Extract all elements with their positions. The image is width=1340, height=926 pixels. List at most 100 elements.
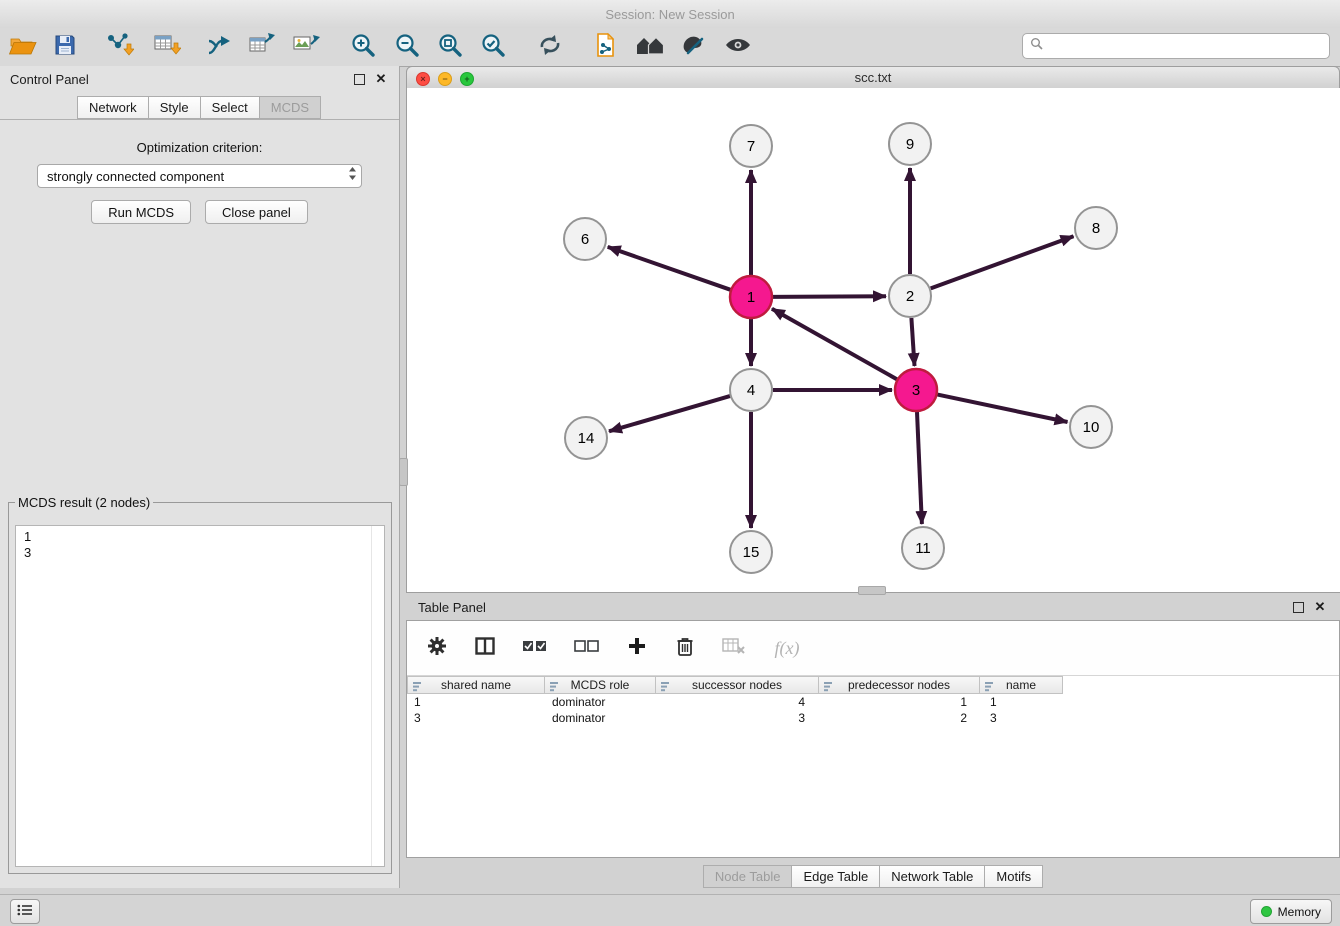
tab-node-table[interactable]: Node Table [703, 865, 793, 888]
table-cell: 2 [821, 711, 983, 725]
control-panel-tabs: NetworkStyleSelectMCDS [0, 96, 399, 120]
open-session-button[interactable] [5, 31, 41, 63]
tab-mcds[interactable]: MCDS [259, 96, 321, 119]
graph-node-4[interactable]: 4 [730, 369, 772, 411]
delete-table-button[interactable] [719, 634, 749, 662]
tab-style[interactable]: Style [148, 96, 201, 119]
graph-node-8[interactable]: 8 [1075, 207, 1117, 249]
graph-edge-4-14[interactable] [609, 396, 730, 431]
graph-node-11[interactable]: 11 [902, 527, 944, 569]
graph-edge-3-10[interactable] [938, 395, 1068, 422]
criterion-select[interactable]: strongly connected component [37, 164, 362, 188]
network-window-titlebar[interactable]: × − + scc.txt [406, 66, 1340, 90]
export-table-button[interactable] [244, 31, 280, 63]
import-table-button[interactable] [149, 31, 185, 63]
dropdown-stepper-icon [348, 166, 357, 186]
delete-table-icon [722, 637, 746, 660]
show-columns-button[interactable] [471, 634, 499, 662]
zoom-selected-button[interactable] [475, 31, 511, 63]
column-header-label: name [1006, 678, 1036, 692]
save-session-button[interactable] [47, 31, 83, 63]
export-image-button[interactable] [288, 31, 324, 63]
graph-edge-3-11[interactable] [917, 412, 922, 524]
tab-edge-table[interactable]: Edge Table [791, 865, 880, 888]
svg-text:10: 10 [1083, 419, 1100, 436]
graph-node-15[interactable]: 15 [730, 531, 772, 573]
graph-edge-2-8[interactable] [931, 236, 1074, 288]
close-panel-button[interactable]: Close panel [205, 200, 308, 224]
import-network-button[interactable] [102, 31, 138, 63]
svg-text:7: 7 [747, 138, 755, 155]
graph-node-3[interactable]: 3 [895, 369, 937, 411]
run-mcds-button[interactable]: Run MCDS [91, 200, 191, 224]
tab-network-table[interactable]: Network Table [879, 865, 985, 888]
select-all-button[interactable] [519, 634, 551, 662]
table-row[interactable]: 3dominator323 [407, 710, 1339, 726]
graph-edge-2-3[interactable] [911, 318, 914, 366]
column-header-label: shared name [441, 678, 511, 692]
network-view-window: × − + scc.txt 7 9 6 8 1 2 4 3 10 14 15 11 [406, 66, 1340, 592]
vertical-splitter-handle[interactable] [399, 458, 408, 486]
column-header-name[interactable]: name [979, 676, 1063, 694]
float-table-panel-icon[interactable] [1290, 599, 1306, 615]
table-row[interactable]: 1dominator411 [407, 694, 1339, 710]
float-panel-icon[interactable] [351, 71, 367, 87]
table-panel-header: Table Panel ✕ [406, 594, 1340, 620]
graph-node-9[interactable]: 9 [889, 123, 931, 165]
deselect-all-button[interactable] [571, 634, 603, 662]
table-panel-title: Table Panel [418, 600, 1284, 615]
tab-select[interactable]: Select [200, 96, 260, 119]
graph-edge-3-1[interactable] [772, 309, 897, 379]
delete-column-button[interactable] [671, 634, 699, 662]
export-network-button[interactable] [201, 31, 237, 63]
sort-icon [661, 681, 670, 695]
plus-icon [628, 637, 646, 660]
zoom-out-icon [394, 32, 420, 63]
search-input[interactable] [1048, 38, 1322, 54]
table-cell: 4 [657, 695, 821, 709]
search-field[interactable] [1022, 33, 1330, 59]
zoom-out-button[interactable] [389, 31, 425, 63]
graph-edge-1-6[interactable] [608, 247, 731, 290]
zoom-fit-button[interactable] [432, 31, 468, 63]
add-column-button[interactable] [623, 634, 651, 662]
table-settings-button[interactable] [423, 634, 451, 662]
network-graph[interactable]: 7 9 6 8 1 2 4 3 10 14 15 11 [407, 88, 1339, 591]
clone-network-button[interactable] [588, 31, 624, 63]
main-toolbar [0, 28, 1340, 67]
refresh-button[interactable] [532, 31, 568, 63]
sort-icon [824, 681, 833, 695]
network-canvas[interactable]: 7 9 6 8 1 2 4 3 10 14 15 11 [406, 88, 1340, 593]
tab-motifs[interactable]: Motifs [984, 865, 1043, 888]
memory-button[interactable]: Memory [1250, 899, 1332, 924]
table-cell: 3 [407, 711, 545, 725]
function-builder-button[interactable]: f(x) [769, 634, 805, 662]
tab-network[interactable]: Network [77, 96, 149, 119]
trash-icon [676, 636, 694, 661]
apply-style-button[interactable] [675, 31, 711, 63]
sort-icon [550, 681, 559, 695]
graph-node-10[interactable]: 10 [1070, 406, 1112, 448]
zoom-in-button[interactable] [345, 31, 381, 63]
criterion-selected-value: strongly connected component [47, 169, 348, 184]
graph-node-1[interactable]: 1 [730, 276, 772, 318]
memory-status-icon [1261, 906, 1272, 917]
task-history-button[interactable] [10, 899, 40, 924]
close-panel-icon[interactable]: ✕ [373, 71, 389, 87]
column-header-predecessor-nodes[interactable]: predecessor nodes [818, 676, 980, 694]
import-table-icon [153, 32, 181, 63]
graph-edge-1-2[interactable] [773, 296, 886, 297]
column-header-shared-name[interactable]: shared name [407, 676, 545, 694]
home-button[interactable] [632, 31, 668, 63]
graph-node-6[interactable]: 6 [564, 218, 606, 260]
show-hide-button[interactable] [720, 31, 756, 63]
search-icon [1030, 37, 1043, 55]
close-table-panel-icon[interactable]: ✕ [1312, 599, 1328, 615]
column-header-MCDS-role[interactable]: MCDS role [544, 676, 656, 694]
graph-node-2[interactable]: 2 [889, 275, 931, 317]
control-panel-title: Control Panel [10, 72, 345, 87]
graph-node-7[interactable]: 7 [730, 125, 772, 167]
graph-node-14[interactable]: 14 [565, 417, 607, 459]
mcds-result-box[interactable]: 1 3 [15, 525, 385, 867]
column-header-successor-nodes[interactable]: successor nodes [655, 676, 819, 694]
